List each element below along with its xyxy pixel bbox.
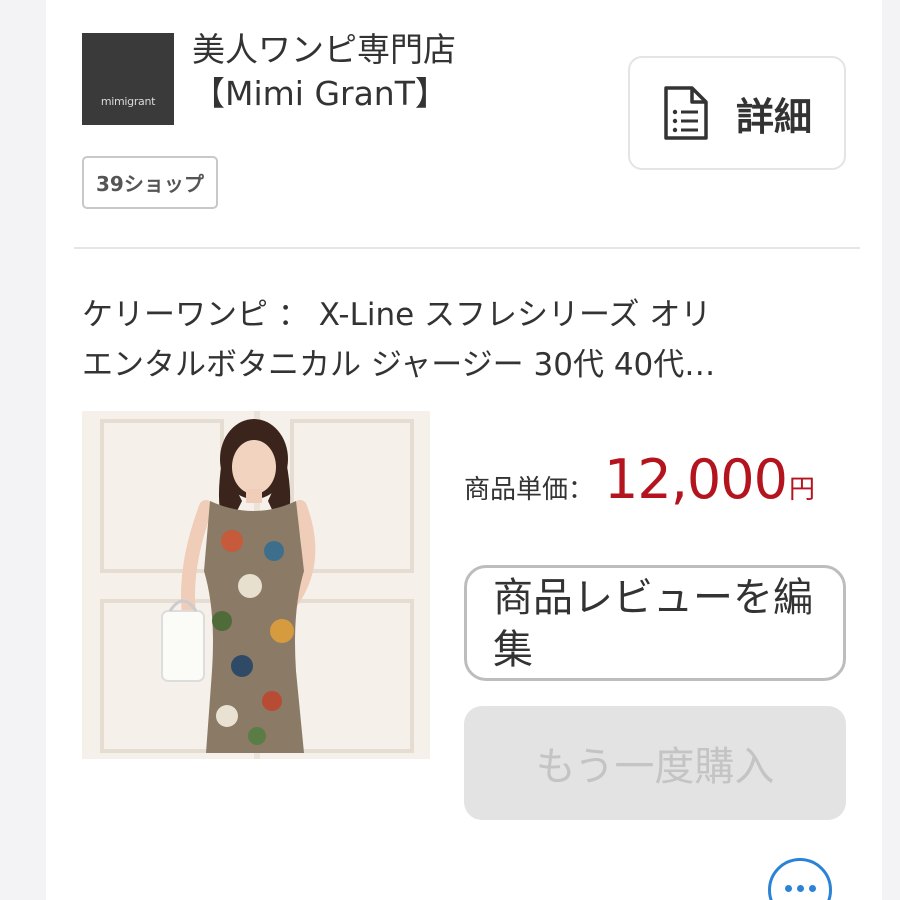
product-image[interactable]: [82, 411, 430, 759]
shop-logo-text: mimigrant: [100, 94, 156, 108]
dot: [784, 885, 792, 892]
shop-name-line1: 美人ワンピ専門店: [192, 30, 456, 69]
price-label: 商品単価：: [464, 475, 595, 505]
shop-logo[interactable]: mimigrant: [82, 33, 174, 125]
product-title-line2: エンタルボタニカル ジャージー 30代 40代…: [82, 347, 716, 383]
more-dots-icon[interactable]: [768, 858, 832, 900]
product-photo: [82, 411, 430, 759]
document-list-icon: [664, 86, 708, 140]
shop-name[interactable]: 美人ワンピ専門店 【Mimi GranT】: [192, 28, 456, 116]
price-value: 12,000: [604, 448, 788, 511]
price-unit: 円: [788, 475, 815, 505]
shop-name-line2: 【Mimi GranT】: [192, 74, 448, 113]
product-title[interactable]: ケリーワンピ ： X-Line スフレシリーズ オリ エンタルボタニカル ジャー…: [82, 290, 852, 390]
dot: [796, 885, 804, 892]
shop-badge: 39ショップ: [82, 156, 218, 209]
order-card: mimigrant 美人ワンピ専門店 【Mimi GranT】 39ショップ 詳…: [46, 0, 882, 900]
price-row: 商品単価： 12,000 円: [464, 448, 815, 511]
buy-again-button[interactable]: もう一度購入: [464, 706, 846, 820]
detail-button[interactable]: 詳細: [628, 56, 846, 170]
dot: [808, 885, 816, 892]
detail-label: 詳細: [735, 94, 812, 139]
product-title-line1: ケリーワンピ ： X-Line スフレシリーズ オリ: [82, 297, 712, 333]
edit-review-button[interactable]: 商品レビューを編集: [464, 565, 846, 681]
divider: [74, 247, 860, 249]
